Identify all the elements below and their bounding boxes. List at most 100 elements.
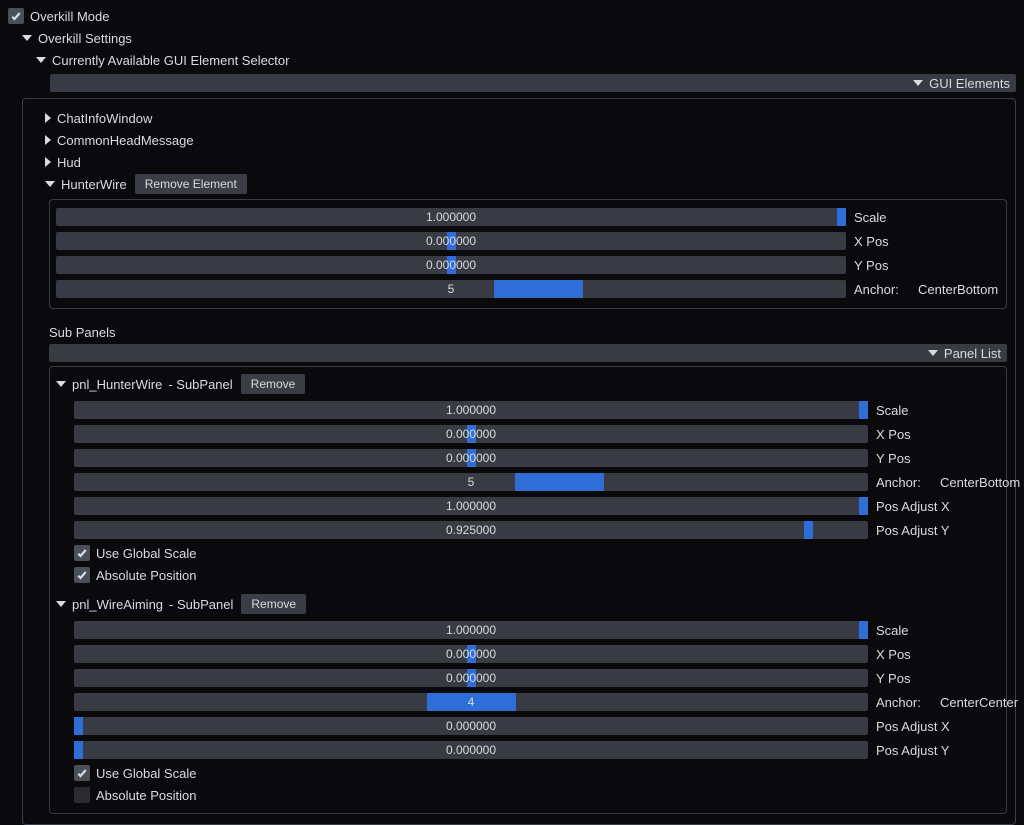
overkill-mode-label: Overkill Mode xyxy=(30,9,109,24)
chevron-right-icon[interactable] xyxy=(45,157,51,167)
slider-value: 5 xyxy=(56,280,846,298)
chevron-down-icon[interactable] xyxy=(56,381,66,387)
absolute-position-row[interactable]: Absolute Position xyxy=(74,785,1000,805)
slider-value: 5 xyxy=(74,473,868,491)
subpanel-slider-posadjy[interactable]: 0.000000 Pos Adjust Y xyxy=(74,739,1000,761)
slider-value: 0.000000 xyxy=(74,449,868,467)
slider-label: Scale xyxy=(876,403,932,418)
slider-ypos[interactable]: 0.000000 Y Pos xyxy=(56,254,1000,276)
subpanel-suffix: - SubPanel xyxy=(168,377,232,392)
slider-label: Pos Adjust X xyxy=(876,499,966,514)
subpanel-name: pnl_HunterWire xyxy=(72,377,162,392)
anchor-extra: CenterCenter xyxy=(940,695,1018,710)
slider-label: X Pos xyxy=(876,427,932,442)
chevron-down-icon[interactable] xyxy=(22,35,32,41)
subpanel-slider-scale[interactable]: 1.000000 Scale xyxy=(74,619,1000,641)
remove-button[interactable]: Remove xyxy=(241,594,306,614)
checkbox-icon[interactable] xyxy=(8,8,24,24)
overkill-mode-row[interactable]: Overkill Mode xyxy=(8,6,1016,26)
slider-label: Pos Adjust Y xyxy=(876,523,966,538)
subpanel-wireaiming-header[interactable]: pnl_WireAiming - SubPanel Remove xyxy=(56,593,1000,615)
panel-list-label: Panel List xyxy=(944,346,1001,361)
gui-selector-row[interactable]: Currently Available GUI Element Selector xyxy=(8,50,1016,70)
chevron-right-icon[interactable] xyxy=(45,135,51,145)
subpanel-slider-anchor[interactable]: 4 Anchor: CenterCenter xyxy=(74,691,1000,713)
checkbox-icon[interactable] xyxy=(74,787,90,803)
slider-value: 0.000000 xyxy=(56,256,846,274)
slider-label: Anchor: xyxy=(854,282,910,297)
tree-chatinfo[interactable]: ChatInfoWindow xyxy=(31,107,1007,129)
slider-value: 0.925000 xyxy=(74,521,868,539)
use-global-scale-row[interactable]: Use Global Scale xyxy=(74,543,1000,563)
slider-xpos[interactable]: 0.000000 X Pos xyxy=(56,230,1000,252)
slider-label: Pos Adjust X xyxy=(876,719,966,734)
use-global-scale-label: Use Global Scale xyxy=(96,766,196,781)
slider-value: 0.000000 xyxy=(74,425,868,443)
tree-hunterwire[interactable]: HunterWire Remove Element xyxy=(31,173,1007,195)
subpanel-slider-scale[interactable]: 1.000000 Scale xyxy=(74,399,1000,421)
slider-value: 1.000000 xyxy=(74,401,868,419)
subpanel-slider-xpos[interactable]: 0.000000 X Pos xyxy=(74,643,1000,665)
subpanel-slider-ypos[interactable]: 0.000000 Y Pos xyxy=(74,667,1000,689)
slider-value: 0.000000 xyxy=(74,645,868,663)
tree-hud[interactable]: Hud xyxy=(31,151,1007,173)
subpanel-slider-ypos[interactable]: 0.000000 Y Pos xyxy=(74,447,1000,469)
slider-label: X Pos xyxy=(854,234,910,249)
tree-label: HunterWire xyxy=(61,177,127,192)
slider-value: 1.000000 xyxy=(56,208,846,226)
slider-value: 1.000000 xyxy=(74,497,868,515)
chevron-down-icon xyxy=(913,80,923,86)
subpanel-name: pnl_WireAiming xyxy=(72,597,163,612)
chevron-down-icon[interactable] xyxy=(45,181,55,187)
slider-value: 1.000000 xyxy=(74,621,868,639)
overkill-settings-label: Overkill Settings xyxy=(38,31,132,46)
gui-elements-dropdown[interactable]: GUI Elements xyxy=(50,74,1016,92)
slider-anchor[interactable]: 5 Anchor: CenterBottom xyxy=(56,278,1000,300)
slider-label: Y Pos xyxy=(876,671,932,686)
subpanel-slider-xpos[interactable]: 0.000000 X Pos xyxy=(74,423,1000,445)
checkbox-icon[interactable] xyxy=(74,567,90,583)
slider-label: Pos Adjust Y xyxy=(876,743,966,758)
use-global-scale-label: Use Global Scale xyxy=(96,546,196,561)
gui-selector-label: Currently Available GUI Element Selector xyxy=(52,53,289,68)
subpanel-slider-anchor[interactable]: 5 Anchor: CenterBottom xyxy=(74,471,1000,493)
overkill-settings-row[interactable]: Overkill Settings xyxy=(8,28,1016,48)
sub-panels-title: Sub Panels xyxy=(49,325,1007,340)
anchor-extra: CenterBottom xyxy=(940,475,1020,490)
checkbox-icon[interactable] xyxy=(74,545,90,561)
slider-value: 0.000000 xyxy=(56,232,846,250)
slider-value: 0.000000 xyxy=(74,669,868,687)
subpanel-slider-posadjy[interactable]: 0.925000 Pos Adjust Y xyxy=(74,519,1000,541)
tree-label: ChatInfoWindow xyxy=(57,111,152,126)
subpanel-slider-posadjx[interactable]: 1.000000 Pos Adjust X xyxy=(74,495,1000,517)
chevron-right-icon[interactable] xyxy=(45,113,51,123)
absolute-position-label: Absolute Position xyxy=(96,568,196,583)
slider-label: Scale xyxy=(854,210,910,225)
tree-label: CommonHeadMessage xyxy=(57,133,194,148)
absolute-position-label: Absolute Position xyxy=(96,788,196,803)
slider-value: 0.000000 xyxy=(74,717,868,735)
chevron-down-icon xyxy=(928,350,938,356)
slider-label: Anchor: xyxy=(876,695,932,710)
remove-element-button[interactable]: Remove Element xyxy=(135,174,247,194)
chevron-down-icon[interactable] xyxy=(36,57,46,63)
checkbox-icon[interactable] xyxy=(74,765,90,781)
gui-elements-label: GUI Elements xyxy=(929,76,1010,91)
slider-label: Scale xyxy=(876,623,932,638)
slider-value: 0.000000 xyxy=(74,741,868,759)
remove-button[interactable]: Remove xyxy=(241,374,306,394)
subpanel-slider-posadjx[interactable]: 0.000000 Pos Adjust X xyxy=(74,715,1000,737)
tree-label: Hud xyxy=(57,155,81,170)
absolute-position-row[interactable]: Absolute Position xyxy=(74,565,1000,585)
slider-label: Anchor: xyxy=(876,475,932,490)
anchor-extra: CenterBottom xyxy=(918,282,998,297)
tree-commonhead[interactable]: CommonHeadMessage xyxy=(31,129,1007,151)
slider-value: 4 xyxy=(74,693,868,711)
slider-label: X Pos xyxy=(876,647,932,662)
chevron-down-icon[interactable] xyxy=(56,601,66,607)
panel-list-dropdown[interactable]: Panel List xyxy=(49,344,1007,362)
subpanel-suffix: - SubPanel xyxy=(169,597,233,612)
subpanel-hunterwire-header[interactable]: pnl_HunterWire - SubPanel Remove xyxy=(56,373,1000,395)
use-global-scale-row[interactable]: Use Global Scale xyxy=(74,763,1000,783)
slider-scale[interactable]: 1.000000 Scale xyxy=(56,206,1000,228)
